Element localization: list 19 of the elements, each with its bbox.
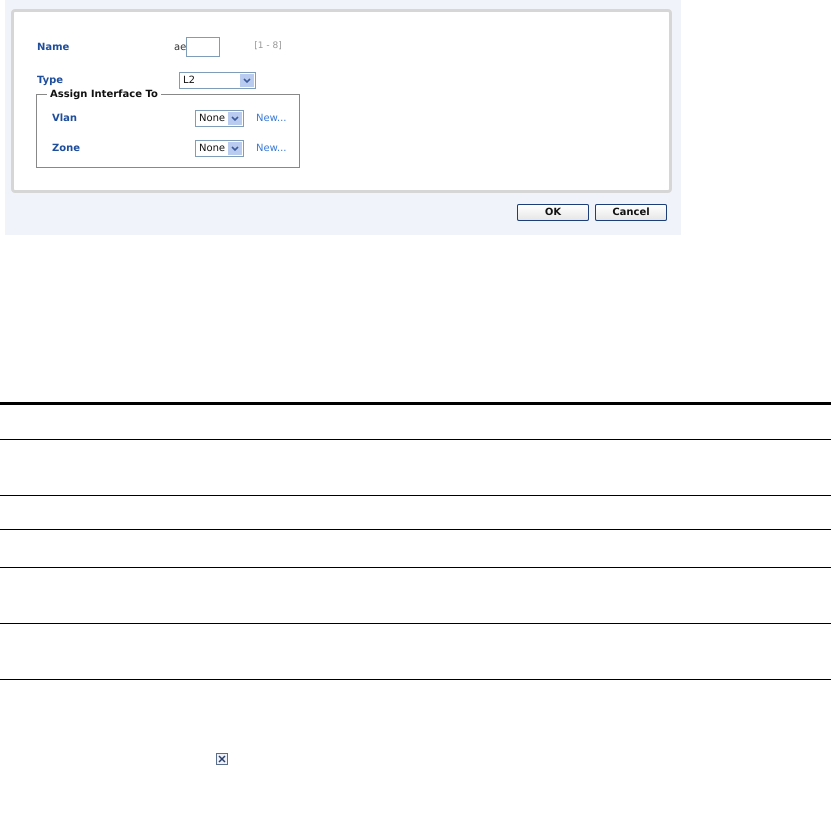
dialog-button[interactable]: Cancel [595, 204, 667, 221]
close-icon[interactable] [216, 753, 228, 765]
group-legend: Assign Interface To [47, 87, 161, 102]
field-label: Vlan [52, 112, 78, 126]
dialog-button[interactable]: OK [517, 204, 589, 221]
field-prefix: ae [174, 40, 186, 54]
caret-icon [240, 74, 254, 87]
field-label: Name [37, 40, 70, 54]
range-hint: [1 - 8] [254, 40, 282, 54]
select-dropdown[interactable]: None [195, 110, 244, 127]
select-dropdown[interactable]: None [195, 140, 244, 157]
new-link[interactable]: New... [256, 111, 286, 126]
caret-icon [228, 142, 242, 155]
caret-icon [228, 112, 242, 125]
field-label: Zone [52, 142, 82, 156]
type-dropdown[interactable]: L2 [179, 72, 256, 89]
input-field[interactable] [186, 37, 220, 57]
field-label: Type [37, 74, 64, 88]
new-link[interactable]: New... [256, 141, 286, 156]
